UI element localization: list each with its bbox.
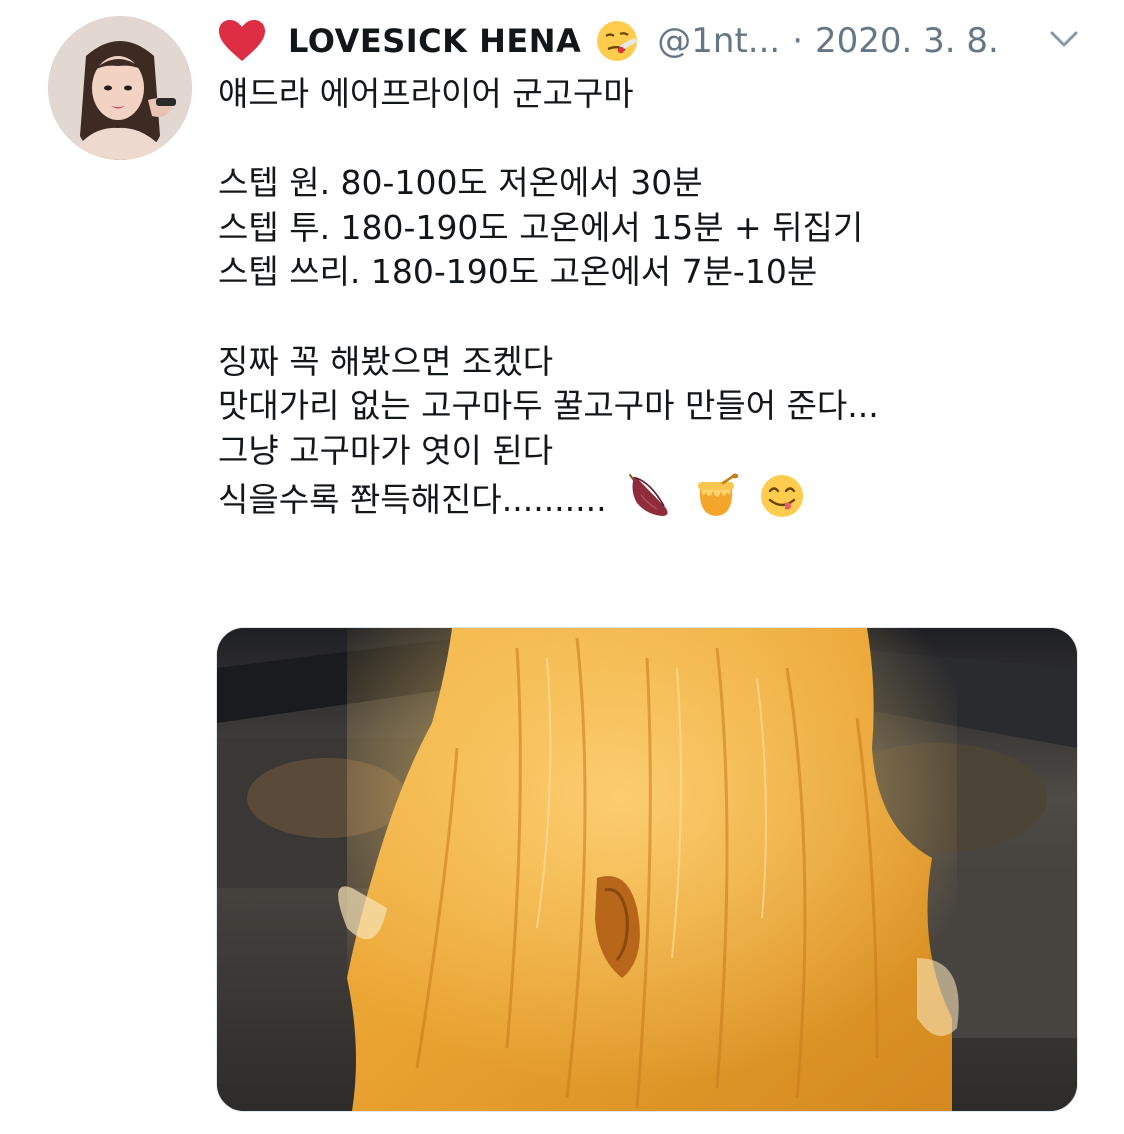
yum-face-icon (759, 473, 805, 519)
sweet-potato-icon (627, 473, 673, 519)
text-line-last: 식을수록 쫜득해진다.......... (218, 473, 1098, 520)
text-line: 얘드라 에어프라이어 군고구마 (218, 74, 634, 113)
red-heart-icon (218, 19, 266, 63)
text-line: 그냥 고구마가 엿이 된다 (218, 430, 554, 470)
text-line: 맛대가리 없는 고구마두 꿀고구마 만들어 준다... (218, 386, 879, 426)
sweet-potato-photo (217, 628, 1077, 1111)
tweet-text: 얘드라 에어프라이어 군고구마 스텝 원. 80-100도 저온에서 30분 스… (218, 72, 1098, 520)
text-line: 징짜 꼭 해봤으면 조켔다 (218, 341, 554, 381)
text-line: 스텝 원. 80-100도 저온에서 30분 (218, 163, 703, 203)
honey-pot-icon (693, 473, 739, 519)
text-line: 식을수록 쫜득해진다.......... (218, 480, 607, 520)
tweet-header: LOVESICK HENA @1nt... · 2020. 3. 8. (218, 12, 999, 70)
face-with-thermometer-icon (595, 19, 639, 63)
display-name[interactable]: LOVESICK HENA (288, 22, 581, 60)
avatar[interactable] (48, 16, 192, 160)
text-line: 스텝 쓰리. 180-190도 고온에서 7분-10분 (218, 252, 818, 292)
user-handle[interactable]: @1nt... (657, 21, 780, 61)
tweet: LOVESICK HENA @1nt... · 2020. 3. 8. 얘드라 … (0, 0, 1124, 1134)
chevron-down-icon[interactable] (1044, 24, 1084, 54)
text-line: 스텝 투. 180-190도 고온에서 15분 + 뒤집기 (218, 207, 864, 247)
separator-dot: · (792, 21, 804, 61)
tweet-photo[interactable] (216, 627, 1078, 1112)
avatar-photo (48, 16, 192, 160)
tweet-date[interactable]: 2020. 3. 8. (815, 21, 999, 61)
